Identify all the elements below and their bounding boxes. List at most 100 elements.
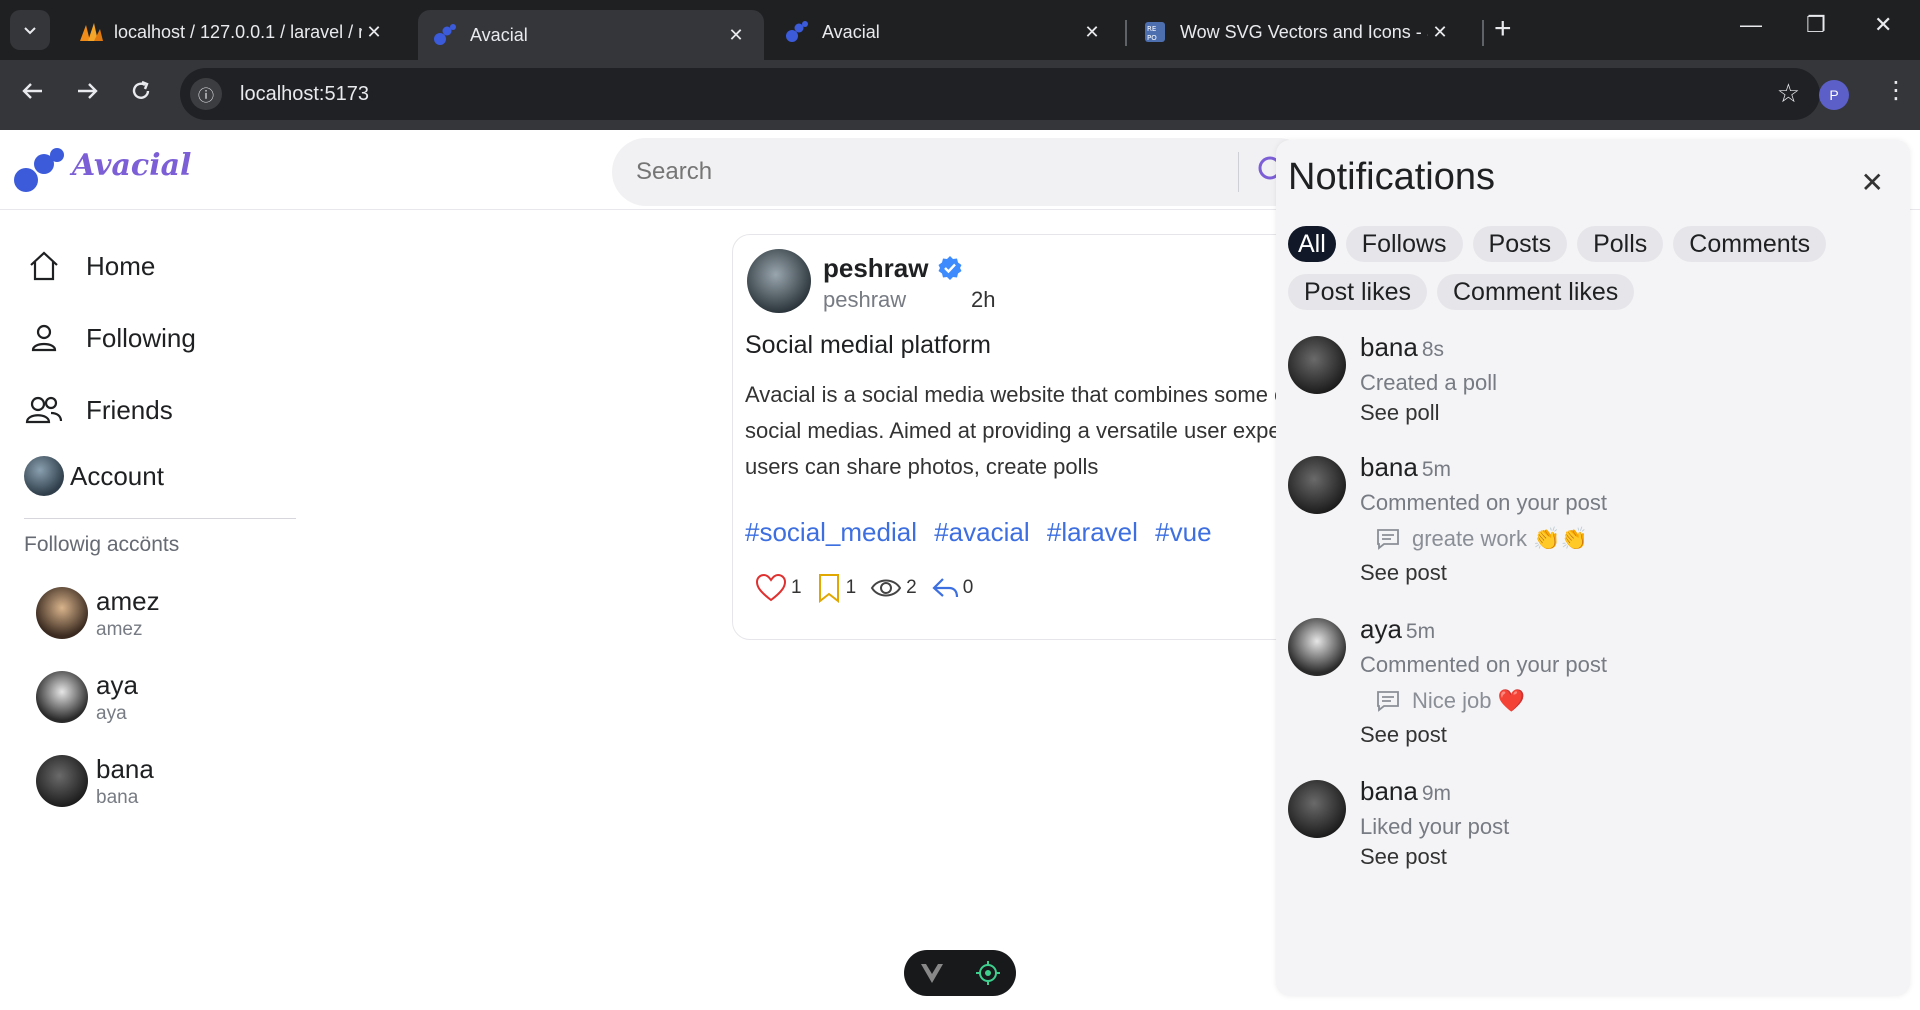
filter-all[interactable]: All — [1288, 226, 1336, 262]
share-button[interactable]: 0 — [931, 576, 974, 600]
avatar[interactable] — [1288, 336, 1346, 394]
arrow-left-icon — [22, 83, 42, 99]
notification-comment: greate work 👏👏 — [1376, 526, 1588, 552]
close-window-button[interactable]: ✕ — [1874, 12, 1892, 38]
view-count: 2 — [906, 577, 917, 598]
app-brand[interactable]: Avacial — [72, 148, 191, 183]
like-count: 1 — [791, 577, 802, 598]
see-poll-link[interactable]: See poll — [1360, 400, 1440, 426]
account-avatar — [24, 456, 64, 496]
hashtag-link[interactable]: #laravel — [1047, 517, 1138, 547]
search-input[interactable] — [636, 152, 1196, 192]
phpmyadmin-favicon-icon — [78, 21, 103, 43]
bookmark-star-icon[interactable]: ☆ — [1777, 78, 1800, 109]
sidebar-item-label: Account — [70, 460, 164, 491]
tab-search-button[interactable] — [10, 10, 50, 50]
avatar — [36, 587, 88, 639]
filter-comments[interactable]: Comments — [1673, 226, 1827, 262]
post-time: 2h — [971, 287, 996, 312]
notification-action: Commented on your post — [1360, 490, 1608, 515]
sidebar-item-label: Following — [86, 322, 196, 353]
tab-title: Avacial — [822, 21, 880, 42]
post-author-handle: peshraw — [823, 287, 907, 312]
bookmark-button[interactable]: 1 — [816, 573, 856, 603]
post-author-avatar[interactable] — [747, 249, 811, 313]
avacial-favicon-icon — [786, 21, 808, 43]
avatar[interactable] — [1288, 618, 1346, 676]
browser-tab-phpmyadmin[interactable]: localhost / 127.0.0.1 / laravel / r ✕ — [62, 10, 402, 54]
devtools-toolbar — [904, 950, 1016, 996]
home-icon — [24, 246, 64, 286]
notification-comment: Nice job ❤️ — [1376, 688, 1525, 714]
notification-user[interactable]: bana — [1360, 332, 1418, 362]
sidebar-item-friends[interactable]: Friends — [24, 374, 296, 446]
following-account-amez[interactable]: amez amez — [24, 571, 296, 655]
account-name: amez — [96, 585, 160, 616]
filter-post-likes[interactable]: Post likes — [1288, 274, 1427, 310]
reload-button[interactable] — [128, 78, 154, 111]
notification-time: 9m — [1421, 782, 1452, 805]
hashtag-link[interactable]: #social_medial — [745, 517, 917, 547]
like-button[interactable]: 1 — [755, 573, 802, 603]
sidebar-item-account[interactable]: Account — [24, 446, 296, 506]
vue-logo-icon[interactable] — [919, 961, 945, 985]
avatar[interactable] — [1288, 780, 1346, 838]
browser-tab-bar: localhost / 127.0.0.1 / laravel / r ✕ Av… — [0, 0, 1920, 60]
filter-polls[interactable]: Polls — [1577, 226, 1664, 262]
notification-user[interactable]: bana — [1360, 452, 1418, 482]
url-text: localhost:5173 — [240, 82, 369, 105]
browser-tab-avacial-active[interactable]: Avacial ✕ — [418, 10, 764, 60]
notifications-panel: Notifications ✕ All Follows Posts Polls … — [1276, 140, 1910, 996]
notification-time: 5m — [1405, 620, 1436, 643]
close-icon[interactable]: ✕ — [1861, 166, 1884, 199]
notification-user[interactable]: aya — [1360, 614, 1402, 644]
notification-action: Created a poll — [1360, 370, 1497, 395]
notification-user[interactable]: bana — [1360, 776, 1418, 806]
browser-tab-avacial[interactable]: Avacial ✕ — [770, 10, 1120, 54]
avacial-favicon-icon — [434, 24, 456, 46]
tab-close-button[interactable]: ✕ — [1428, 22, 1452, 43]
filter-follows[interactable]: Follows — [1345, 226, 1463, 262]
following-account-aya[interactable]: aya aya — [24, 655, 296, 739]
browser-menu-icon[interactable]: ⋮ — [1884, 76, 1908, 105]
avatar[interactable] — [1288, 456, 1346, 514]
eye-icon — [870, 579, 902, 597]
tab-close-button[interactable]: ✕ — [362, 22, 386, 43]
sidebar-divider — [24, 518, 296, 519]
new-tab-button[interactable]: + — [1494, 12, 1512, 46]
account-handle: aya — [96, 702, 127, 724]
sidebar-item-home[interactable]: Home — [24, 230, 296, 302]
see-post-link[interactable]: See post — [1360, 722, 1447, 748]
sidebar-item-following[interactable]: Following — [24, 302, 296, 374]
browser-tab-svgrepo[interactable]: RE PO Wow SVG Vectors and Icons - S ✕ — [1128, 10, 1468, 54]
back-button[interactable] — [20, 78, 46, 111]
hashtag-link[interactable]: #vue — [1155, 517, 1211, 547]
notification-filters: All Follows Posts Polls Comments Post li… — [1288, 226, 1888, 322]
comment-text: Nice job ❤️ — [1412, 688, 1525, 713]
minimize-button[interactable]: — — [1740, 12, 1762, 38]
notification-time: 5m — [1421, 458, 1452, 481]
following-account-bana[interactable]: bana bana — [24, 739, 296, 823]
search-divider — [1238, 152, 1239, 192]
crosshair-icon[interactable] — [975, 960, 1001, 986]
hashtag-link[interactable]: #avacial — [934, 517, 1029, 547]
address-bar[interactable]: ⓘ localhost:5173 ☆ — [180, 68, 1820, 120]
sidebar-item-label: Home — [86, 250, 156, 281]
post-author-name[interactable]: peshraw — [823, 253, 929, 284]
forward-button[interactable] — [74, 78, 100, 111]
comment-icon — [1377, 691, 1399, 712]
site-info-icon[interactable]: ⓘ — [190, 78, 222, 110]
see-post-link[interactable]: See post — [1360, 844, 1447, 870]
tab-close-button[interactable]: ✕ — [724, 25, 748, 46]
avatar — [36, 755, 88, 807]
search-bar — [612, 138, 1312, 206]
filter-posts[interactable]: Posts — [1472, 226, 1568, 262]
app-logo-icon[interactable] — [14, 148, 66, 196]
share-count: 0 — [962, 577, 974, 598]
filter-comment-likes[interactable]: Comment likes — [1436, 274, 1635, 310]
profile-avatar[interactable]: P — [1819, 80, 1849, 110]
reload-icon — [132, 80, 150, 99]
see-post-link[interactable]: See post — [1360, 560, 1447, 586]
tab-close-button[interactable]: ✕ — [1080, 22, 1104, 43]
restore-button[interactable]: ❐ — [1806, 12, 1826, 38]
